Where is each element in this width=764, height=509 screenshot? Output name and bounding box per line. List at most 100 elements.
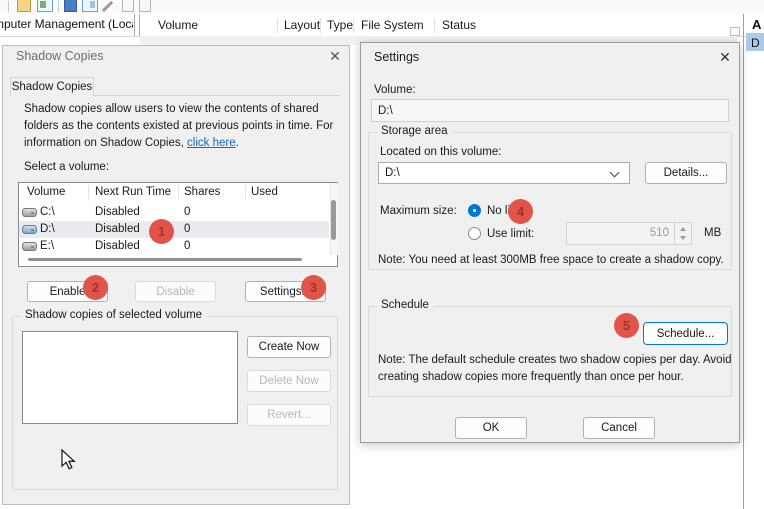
actions-pane [746,14,764,509]
actions-pane-header: A [752,17,761,32]
column-header-volume[interactable]: Volume [158,18,198,32]
listview-corner-grip [730,27,740,36]
table-row-d-selected[interactable]: D:\ Disabled 0 [19,221,329,238]
cell-volume: E:\ [40,240,54,252]
toolbar [0,0,764,14]
page-icon[interactable] [122,0,134,12]
limit-size-spinner[interactable]: 510 [566,222,692,245]
vl-header-next-run-time[interactable]: Next Run Time [95,186,171,198]
spinner-up-icon[interactable] [680,227,686,231]
cell-shares: 0 [184,206,190,218]
export-list-icon[interactable] [82,0,98,12]
shadow-copies-dialog-title: Shadow Copies [16,49,104,63]
console-window-icon-glyph [40,1,46,8]
cell-volume: D:\ [40,223,55,235]
column-header-type[interactable]: Type [327,18,353,32]
use-limit-radio[interactable] [468,227,481,240]
schedule-note: Note: The default schedule creates two s… [378,352,736,386]
volume-combobox[interactable]: D:\ [378,162,630,184]
vl-separator[interactable] [245,185,246,200]
volume-combobox-value: D:\ [385,167,400,179]
horizontal-scrollbar-thumb[interactable] [28,258,302,261]
limit-size-value: 510 [650,227,669,239]
pane-divider[interactable] [134,14,135,36]
delete-now-button[interactable]: Delete Now [247,370,331,392]
select-volume-label: Select a volume: [24,161,109,173]
toolbar-separator-2 [58,1,59,12]
column-separator[interactable] [320,18,321,33]
description-suffix: . [236,137,239,149]
table-row-e[interactable]: E:\ Disabled 0 [19,238,329,255]
callout-step-4: 4 [508,199,533,224]
storage-area-group-label: Storage area [377,125,452,137]
volume-label: Volume: [374,84,416,96]
cell-next-run-time: Disabled [95,240,140,252]
vertical-scrollbar-thumb[interactable] [331,200,336,240]
export-list-icon-glyph [90,1,95,8]
no-limit-radio[interactable] [468,204,481,217]
storage-note: Note: You need at least 300MB free space… [378,252,734,269]
selected-volume-group-label: Shadow copies of selected volume [21,309,206,321]
vl-header-shares[interactable]: Shares [184,186,220,198]
details-button[interactable]: Details... [645,162,727,184]
callout-step-5: 5 [614,313,639,338]
shadow-copies-listbox[interactable] [22,331,238,424]
column-separator[interactable] [434,18,435,33]
cell-shares: 0 [184,223,190,235]
callout-step-3: 3 [301,275,326,300]
column-header-file-system[interactable]: File System [361,18,424,32]
vl-separator[interactable] [88,185,89,200]
mouse-cursor [61,449,77,471]
click-here-link[interactable]: click here [187,137,236,149]
create-now-button[interactable]: Create Now [247,336,331,358]
vl-header-used[interactable]: Used [251,186,278,198]
folder-icon[interactable] [17,0,31,12]
blue-square-icon[interactable] [64,0,77,12]
cancel-button[interactable]: Cancel [583,417,655,439]
actions-pane-item[interactable]: D [751,36,760,50]
drive-icon [22,242,37,251]
console-window-icon[interactable] [37,0,53,12]
key-icon[interactable] [102,1,113,12]
maximum-size-label: Maximum size: [380,205,457,217]
tab-shadow-copies[interactable]: Shadow Copies [10,77,94,96]
pane-divider-2 [139,14,140,36]
cell-volume: C:\ [40,206,55,218]
settings-dialog-title: Settings [374,50,419,64]
table-row-c[interactable]: C:\ Disabled 0 [19,204,329,221]
description-text: Shadow copies allow users to view the co… [24,103,333,149]
use-limit-label: Use limit: [487,228,534,240]
toolbar-separator [8,1,9,12]
chevron-down-icon [610,168,620,178]
vl-header-volume[interactable]: Volume [27,186,65,198]
cell-next-run-time: Disabled [95,206,140,218]
close-icon[interactable]: ✕ [326,47,344,65]
column-header-layout[interactable]: Layout [284,18,320,32]
drive-icon [22,225,37,234]
schedule-group-label: Schedule [377,299,433,311]
mb-unit-label: MB [704,227,721,239]
vl-separator[interactable] [178,185,179,200]
cell-next-run-time: Disabled [95,223,140,235]
column-separator[interactable] [353,18,354,33]
spinner-buttons[interactable] [674,223,691,244]
ok-button[interactable]: OK [455,417,527,439]
disable-button[interactable]: Disable [135,281,216,302]
actions-pane-divider[interactable] [743,14,744,509]
schedule-button[interactable]: Schedule... [643,322,728,345]
volume-value-field[interactable]: D:\ [371,99,729,122]
callout-step-2: 2 [83,275,108,300]
callout-step-1: 1 [149,219,174,244]
close-icon[interactable]: ✕ [716,48,734,66]
cell-shares: 0 [184,240,190,252]
tree-item-computer-management[interactable]: mputer Management (Local [0,17,133,35]
page-icon-2[interactable] [139,0,151,12]
located-on-volume-label: Located on this volume: [380,146,501,158]
spinner-down-icon[interactable] [680,236,686,240]
column-separator[interactable] [277,18,278,33]
column-header-status[interactable]: Status [442,18,476,32]
revert-button[interactable]: Revert... [247,404,331,426]
shadow-copies-description: Shadow copies allow users to view the co… [24,101,342,152]
drive-icon [22,208,37,217]
computer-management-window: mputer Management (Local Volume Layout T… [0,0,764,509]
